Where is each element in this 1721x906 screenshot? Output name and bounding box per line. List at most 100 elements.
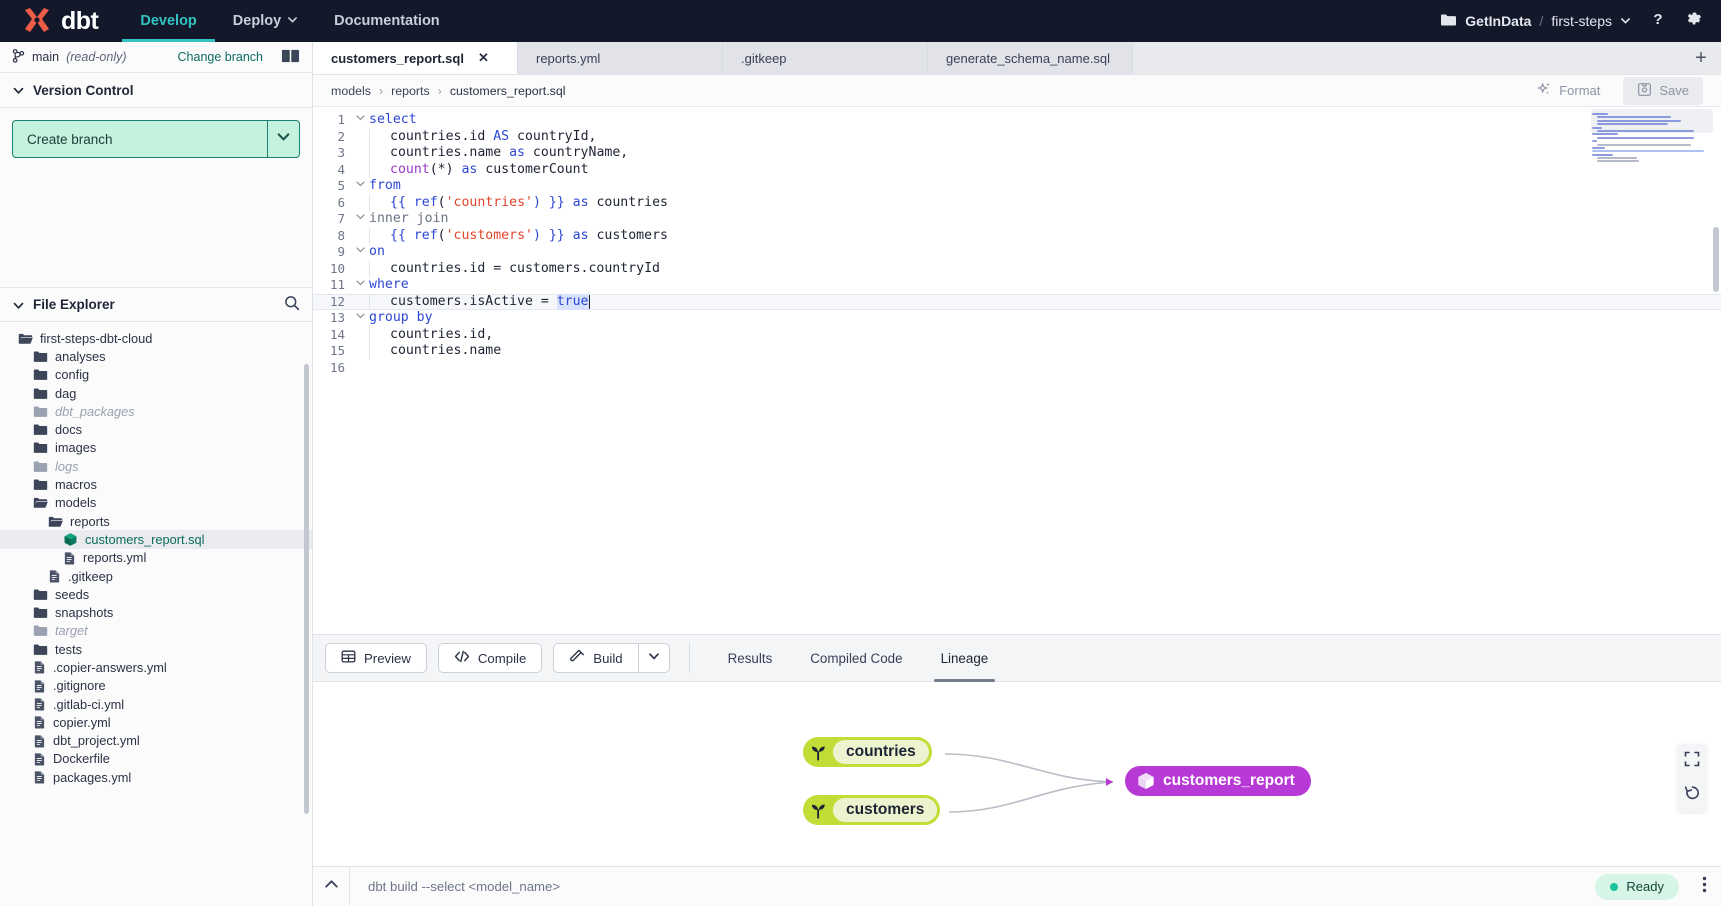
reset-view-button[interactable] xyxy=(1677,778,1707,812)
file-tree-item[interactable]: dbt_packages xyxy=(0,402,312,420)
code-line[interactable]: 5 from xyxy=(313,178,1721,195)
file-tree-item[interactable]: copier.yml xyxy=(0,713,312,731)
code-line[interactable]: 14 countries.id, xyxy=(313,326,1721,343)
fold-chevron-icon[interactable] xyxy=(351,211,369,229)
breadcrumb-item[interactable]: reports xyxy=(391,84,430,98)
file-tree-item[interactable]: docs xyxy=(0,420,312,438)
file-tree-item[interactable]: images xyxy=(0,439,312,457)
code-editor[interactable]: 1 select 2 countries.id AS countryId, 3 count… xyxy=(313,107,1721,634)
preview-button[interactable]: Preview xyxy=(325,643,427,673)
file-explorer-header[interactable]: File Explorer xyxy=(0,287,312,322)
nav-item-deploy[interactable]: Deploy xyxy=(215,0,316,42)
format-button[interactable]: Format xyxy=(1526,78,1611,104)
lineage-node-customers[interactable]: customers xyxy=(803,795,941,825)
new-tab-button[interactable]: + xyxy=(1681,42,1721,74)
code-minimap[interactable] xyxy=(1592,113,1707,163)
settings-button[interactable] xyxy=(1685,10,1703,33)
bottom-tab-compiled-code[interactable]: Compiled Code xyxy=(791,635,921,682)
code-line[interactable]: 3 countries.name as countryName, xyxy=(313,145,1721,162)
file-tree-item[interactable]: .gitkeep xyxy=(0,567,312,585)
editor-tab-reports-yml[interactable]: reports.yml xyxy=(518,42,723,74)
create-branch-button[interactable]: Create branch xyxy=(13,121,267,157)
code-line[interactable]: 7 inner join xyxy=(313,211,1721,228)
editor-tab-generate-schema-name-sql[interactable]: generate_schema_name.sql xyxy=(928,42,1133,74)
file-tree-item[interactable]: config xyxy=(0,366,312,384)
lineage-controls xyxy=(1677,744,1707,812)
bottom-tab-results[interactable]: Results xyxy=(709,635,792,682)
file-tree-item[interactable]: packages.yml xyxy=(0,768,312,786)
file-tree-item[interactable]: dbt_project.yml xyxy=(0,732,312,750)
code-line[interactable]: 8 {{ ref('customers') }} as customers xyxy=(313,227,1721,244)
file-tree-item[interactable]: .gitlab-ci.yml xyxy=(0,695,312,713)
collapse-panel-button[interactable] xyxy=(313,876,349,898)
dbt-logo[interactable]: dbt xyxy=(0,7,99,36)
nav-item-documentation[interactable]: Documentation xyxy=(316,0,458,42)
file-tree-item[interactable]: models xyxy=(0,494,312,512)
file-tree-item[interactable]: reports xyxy=(0,512,312,530)
file-tree-item-selected[interactable]: customers_report.sql xyxy=(0,530,312,549)
file-tree-item[interactable]: logs xyxy=(0,457,312,475)
book-icon[interactable] xyxy=(281,48,300,67)
account-project-selector[interactable]: GetInData / first-steps xyxy=(1440,13,1631,30)
file-tree-item[interactable]: target xyxy=(0,622,312,640)
build-button[interactable]: Build xyxy=(553,643,638,673)
code-lines[interactable]: 1 select 2 countries.id AS countryId, 3 count… xyxy=(313,107,1721,634)
fold-chevron-icon[interactable] xyxy=(351,112,369,130)
command-input[interactable]: dbt build --select <model_name> xyxy=(349,866,1595,906)
breadcrumb-separator: › xyxy=(437,83,442,98)
fold-chevron-icon[interactable] xyxy=(351,310,369,328)
file-tree-item[interactable]: snapshots xyxy=(0,603,312,621)
bottom-tab-lineage[interactable]: Lineage xyxy=(922,635,1008,682)
lineage-node-countries[interactable]: countries xyxy=(803,737,932,767)
file-tree-item[interactable]: dag xyxy=(0,384,312,402)
editor-tab-customers-report-sql[interactable]: customers_report.sql ✕ xyxy=(313,42,518,74)
lineage-node-customers-report[interactable]: customers_report xyxy=(1125,766,1311,796)
line-number: 9 xyxy=(337,244,345,259)
file-tree-item[interactable]: .copier-answers.yml xyxy=(0,658,312,676)
breadcrumb-item[interactable]: customers_report.sql xyxy=(450,84,566,98)
code-line[interactable]: 15 countries.name xyxy=(313,343,1721,360)
change-branch-button[interactable]: Change branch xyxy=(178,50,263,64)
code-line[interactable]: 13 group by xyxy=(313,310,1721,327)
close-icon[interactable]: ✕ xyxy=(478,50,489,66)
create-branch-dropdown-button[interactable] xyxy=(267,121,299,157)
save-button[interactable]: Save xyxy=(1623,76,1703,105)
nav-item-develop[interactable]: Develop xyxy=(122,0,216,42)
help-button[interactable]: ? xyxy=(1649,10,1667,33)
status-menu-button[interactable] xyxy=(1687,876,1721,898)
editor-tab-gitkeep[interactable]: .gitkeep xyxy=(723,42,928,74)
file-tree-item[interactable]: seeds xyxy=(0,585,312,603)
file-tree-item[interactable]: reports.yml xyxy=(0,549,312,567)
build-dropdown-button[interactable] xyxy=(637,643,670,673)
code-line[interactable]: 1 select xyxy=(313,112,1721,129)
file-tree-item[interactable]: tests xyxy=(0,640,312,658)
code-line[interactable]: 12 customers.isActive = true xyxy=(313,293,1721,310)
code-line[interactable]: 16 xyxy=(313,360,1721,377)
fit-view-button[interactable] xyxy=(1677,744,1707,778)
build-button-label: Build xyxy=(593,650,623,666)
compile-button[interactable]: Compile xyxy=(437,643,543,673)
minimap-line xyxy=(1592,133,1618,136)
file-tree-item[interactable]: analyses xyxy=(0,347,312,365)
code-line[interactable]: 2 countries.id AS countryId, xyxy=(313,128,1721,145)
code-line[interactable]: 4 count (*) as customerCount xyxy=(313,161,1721,178)
file-tree[interactable]: first-steps-dbt-cloud analyses config dag db… xyxy=(0,322,312,906)
file-tree-item[interactable]: Dockerfile xyxy=(0,750,312,768)
file-tree-item[interactable]: macros xyxy=(0,475,312,493)
file-tree-scrollbar[interactable] xyxy=(304,364,309,814)
breadcrumb-item[interactable]: models xyxy=(331,84,371,98)
code-line[interactable]: 11 where xyxy=(313,277,1721,294)
lineage-graph[interactable]: countries customers customers_report xyxy=(313,682,1721,866)
editor-vertical-scrollbar[interactable] xyxy=(1713,227,1719,292)
version-control-header[interactable]: Version Control xyxy=(0,73,312,108)
code-line[interactable]: 9 on xyxy=(313,244,1721,261)
fold-chevron-icon[interactable] xyxy=(351,178,369,196)
code-line[interactable]: 6 {{ ref('countries') }} as countries xyxy=(313,194,1721,211)
bottom-panel: Preview Compile Build Results Compiled C… xyxy=(313,634,1721,866)
fold-chevron-icon[interactable] xyxy=(351,277,369,295)
fold-chevron-icon[interactable] xyxy=(351,244,369,262)
search-icon[interactable] xyxy=(284,295,300,314)
code-line[interactable]: 10 countries.id = customers.countryId xyxy=(313,260,1721,277)
file-tree-item[interactable]: first-steps-dbt-cloud xyxy=(0,329,312,347)
file-tree-item[interactable]: .gitignore xyxy=(0,677,312,695)
